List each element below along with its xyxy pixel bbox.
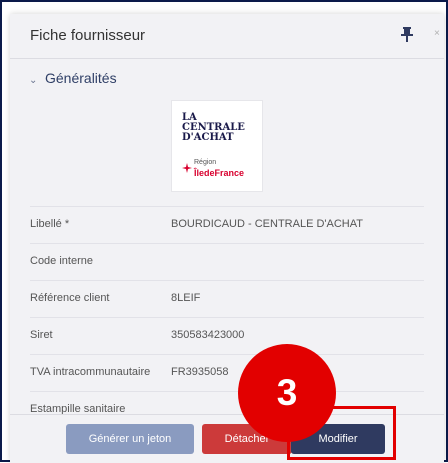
generate-token-button[interactable]: Générer un jeton (66, 424, 194, 454)
supplier-logo: LA CENTRALE D'ACHAT Région ÎledeFrance (171, 100, 263, 192)
field-value: 8LEIF (171, 292, 201, 304)
step-badge: 3 (238, 344, 336, 442)
field-label: Libellé * (30, 218, 70, 230)
field-row: Siret 350583423000 (30, 317, 424, 354)
field-value: BOURDICAUD - CENTRALE D'ACHAT (171, 218, 363, 230)
panel-header: Fiche fournisseur × (10, 14, 444, 59)
field-label: TVA intracommunautaire (30, 366, 151, 378)
field-value: FR3935058 (171, 366, 229, 378)
section-generalites[interactable]: ⌄ Généralités (29, 70, 117, 86)
field-row: TVA intracommunautaire FR3935058 (30, 354, 424, 391)
field-row: Référence client 8LEIF (30, 280, 424, 317)
field-label: Code interne (30, 255, 93, 267)
supplier-panel: Fiche fournisseur × ⌄ Généralités LA CENT… (10, 14, 444, 463)
logo-region-small: Région (194, 159, 217, 166)
field-label: Siret (30, 329, 53, 341)
field-row: Code interne (30, 243, 424, 280)
fields-list: Libellé * BOURDICAUD - CENTRALE D'ACHAT … (30, 206, 424, 428)
field-label: Référence client (30, 292, 110, 304)
logo-region-big: ÎledeFrance (194, 168, 245, 178)
field-value: 350583423000 (171, 329, 245, 341)
field-row: Libellé * BOURDICAUD - CENTRALE D'ACHAT (30, 206, 424, 243)
logo-text: LA CENTRALE D'ACHAT (182, 112, 245, 143)
section-label: Généralités (45, 70, 117, 86)
pin-icon[interactable] (400, 26, 414, 42)
close-icon[interactable]: × (434, 28, 440, 39)
chevron-down-icon: ⌄ (29, 75, 38, 86)
star-icon (182, 163, 192, 173)
panel-title: Fiche fournisseur (30, 27, 146, 44)
